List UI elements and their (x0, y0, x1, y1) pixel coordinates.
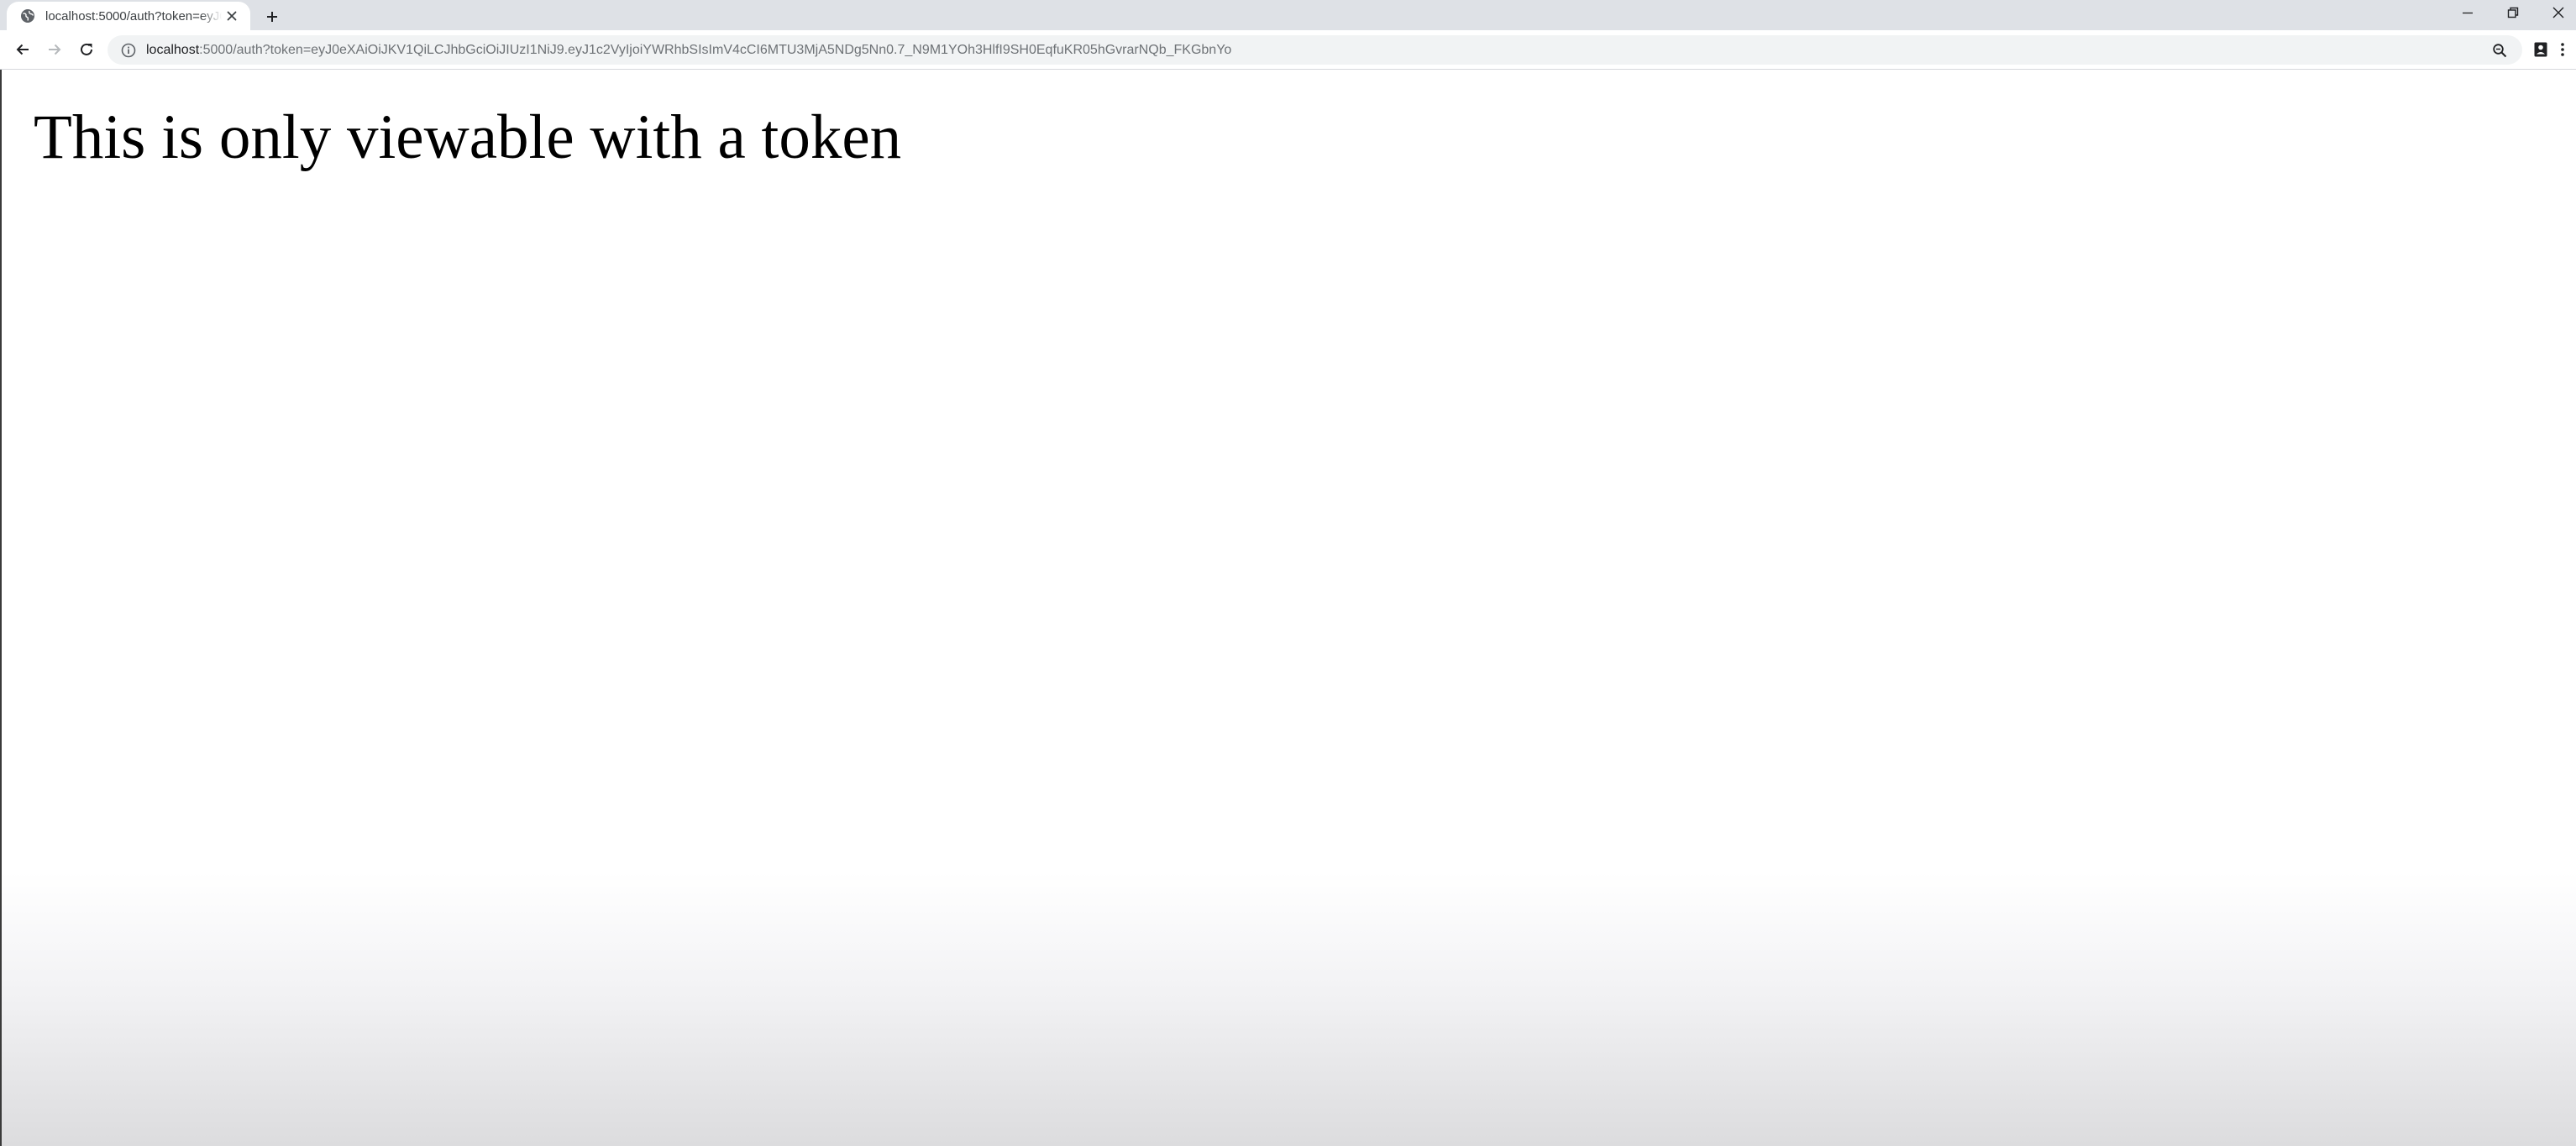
plus-icon[interactable] (260, 5, 284, 29)
browser-tab[interactable]: localhost:5000/auth?token=eyJ0eXAiOiJKV1… (7, 2, 250, 30)
tab-strip: localhost:5000/auth?token=eyJ0eXAiOiJKV1… (0, 0, 2576, 30)
minimize-icon[interactable] (2447, 0, 2489, 25)
browser-toolbar: localhost:5000/auth?token=eyJ0eXAiOiJKV1… (0, 30, 2576, 70)
tab-title: localhost:5000/auth?token=eyJ0eXAiOiJKV1… (45, 8, 222, 24)
url-text[interactable]: localhost:5000/auth?token=eyJ0eXAiOiJKV1… (146, 43, 2490, 58)
url-path: :5000/auth?token=eyJ0eXAiOiJKV1QiLCJhbGc… (199, 42, 1232, 57)
more-vert-icon[interactable] (2550, 37, 2575, 62)
url-host: localhost (146, 42, 200, 57)
reload-icon[interactable] (74, 37, 99, 62)
close-icon[interactable] (2537, 0, 2576, 25)
tab-close-icon[interactable] (223, 8, 240, 24)
forward-arrow-icon[interactable] (42, 37, 67, 62)
restore-icon[interactable] (2492, 0, 2534, 25)
back-arrow-icon[interactable] (10, 37, 35, 62)
page-heading: This is only viewable with a token (34, 102, 902, 172)
globe-icon (20, 8, 35, 24)
zoom-icon[interactable] (2490, 41, 2509, 60)
address-bar[interactable]: localhost:5000/auth?token=eyJ0eXAiOiJKV1… (108, 35, 2522, 65)
info-icon[interactable] (121, 43, 136, 58)
page-viewport: This is only viewable with a token (0, 70, 2576, 1146)
